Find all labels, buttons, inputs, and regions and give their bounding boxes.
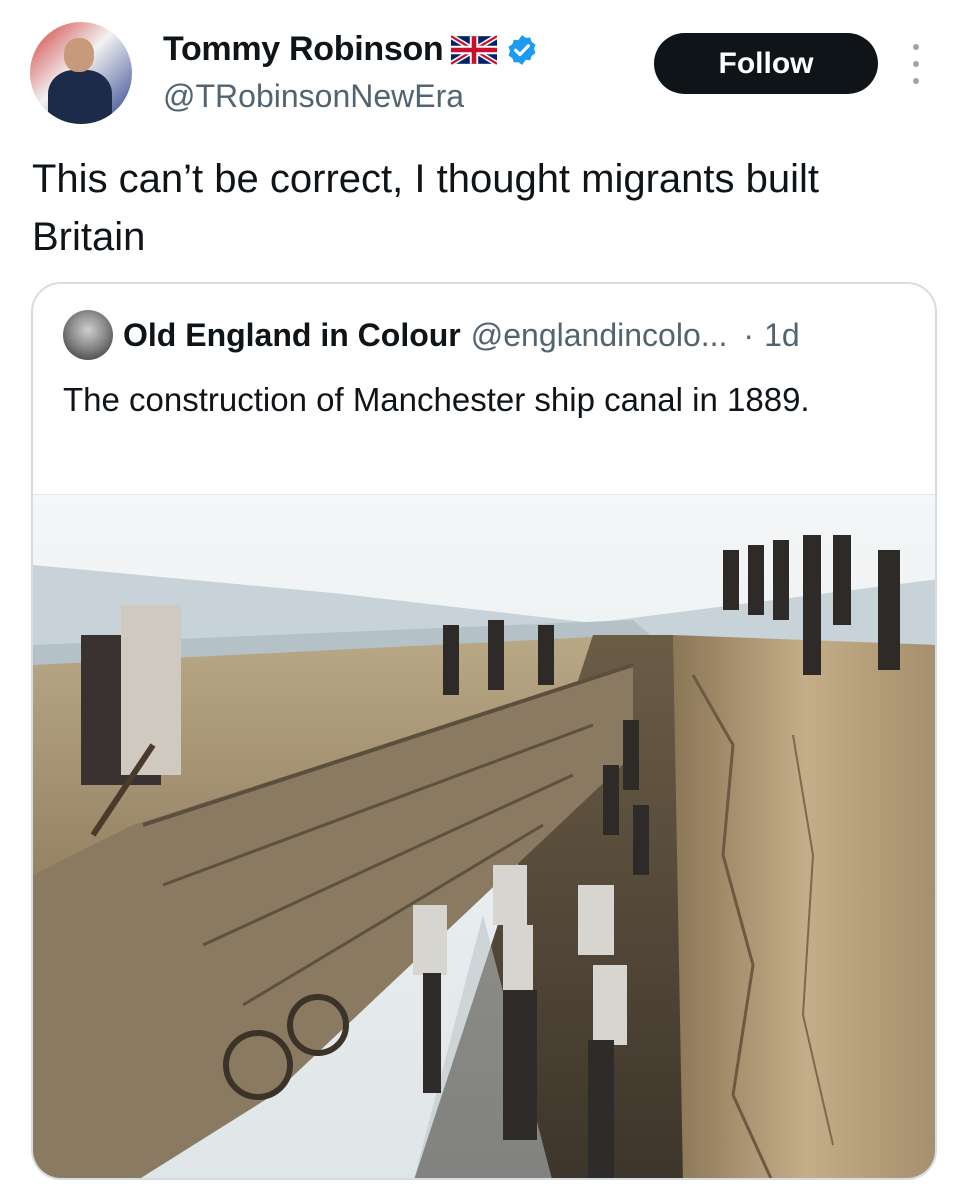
quoted-author-name[interactable]: Old England in Colour (123, 317, 461, 354)
uk-flag-icon (451, 34, 498, 65)
quoted-tweet-photo[interactable] (33, 494, 937, 1180)
author-name-row: Tommy Robinson (163, 30, 539, 69)
quoted-author-handle[interactable]: @englandincolo... (471, 317, 728, 354)
author-display-name[interactable]: Tommy Robinson (163, 30, 444, 69)
avatar-figure-head (64, 38, 94, 72)
verified-badge-icon (508, 34, 536, 65)
avatar-figure-body (48, 70, 112, 124)
quoted-timestamp[interactable]: 1d (764, 317, 800, 354)
quoted-tweet-header: Old England in Colour @englandincolo... … (63, 310, 911, 360)
tweet-text: This can’t be correct, I thought migrant… (32, 157, 820, 259)
author-handle[interactable]: @TRobinsonNewEra (163, 78, 464, 115)
follow-button[interactable]: Follow (654, 33, 878, 94)
author-avatar[interactable] (30, 22, 132, 124)
quoted-separator: · (743, 316, 755, 353)
quoted-tweet-text: The construction of Manchester ship cana… (63, 381, 810, 418)
quoted-tweet-card[interactable]: Old England in Colour @englandincolo... … (31, 282, 937, 1180)
more-options-icon[interactable] (904, 44, 928, 84)
quoted-author-avatar[interactable] (63, 310, 113, 360)
